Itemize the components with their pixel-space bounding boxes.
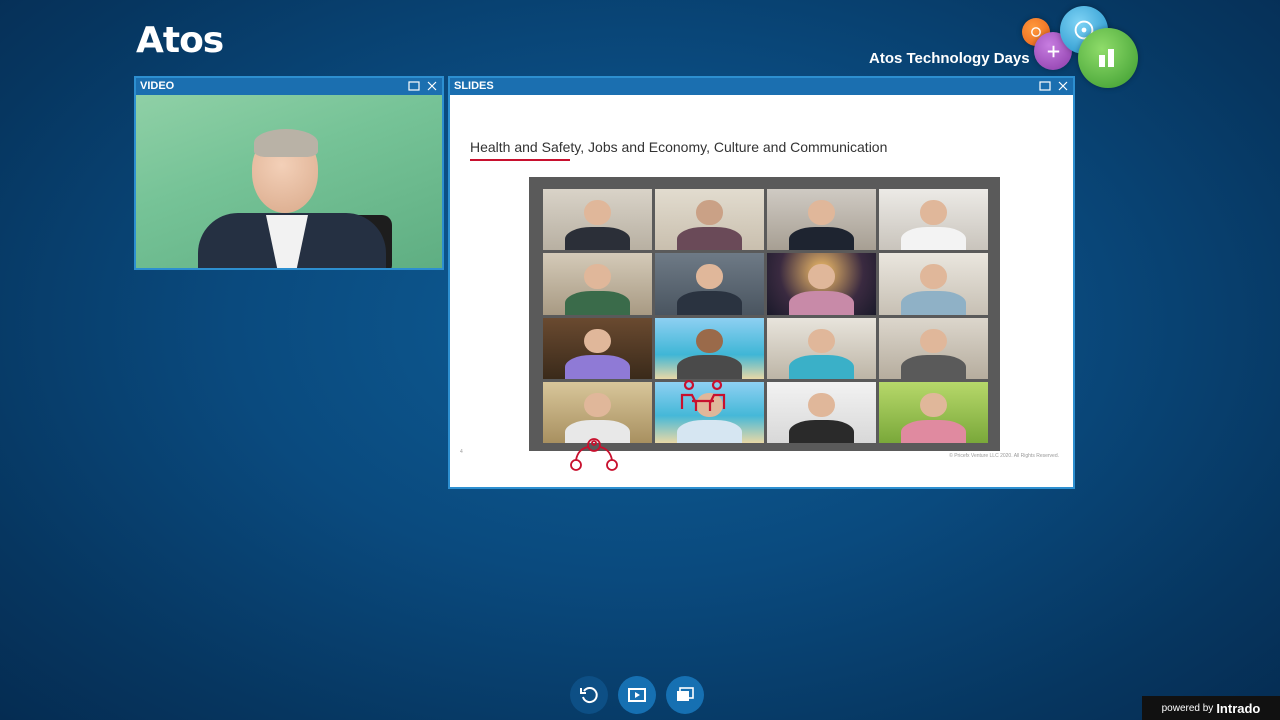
video-panel: VIDEO	[134, 76, 444, 270]
participant-tile	[879, 317, 988, 379]
slides-panel: SLIDES Health and Safety, Jobs and Econo…	[448, 76, 1075, 489]
presentation-icon	[628, 688, 646, 702]
participant-tile	[879, 253, 988, 315]
video-feed	[136, 95, 442, 268]
event-title: Atos Technology Days	[869, 50, 1030, 67]
slide-title-underline	[470, 159, 570, 161]
refresh-icon	[580, 687, 598, 704]
bubble-icon-green	[1078, 28, 1138, 88]
participant-tile	[879, 381, 988, 443]
slides-icon	[677, 687, 694, 701]
slide-number: 4	[460, 449, 463, 455]
participant-tile	[767, 253, 876, 315]
slide-title: Health and Safety, Jobs and Economy, Cul…	[470, 139, 888, 155]
powered-by-prefix: powered by	[1161, 702, 1214, 714]
participant-tile	[543, 317, 652, 379]
video-conference-grid	[529, 177, 1000, 451]
participant-tile	[543, 189, 652, 251]
participant-tile	[655, 189, 764, 251]
player-toolbar	[570, 676, 704, 714]
participant-tile	[767, 189, 876, 251]
slides-panel-title: SLIDES	[454, 80, 494, 92]
atos-logo: Atos	[136, 20, 224, 61]
slide-footer: © Pricefx Venture LLC 2020. All Rights R…	[949, 453, 1059, 459]
maximize-icon[interactable]	[1039, 80, 1051, 92]
video-toggle-button[interactable]	[618, 676, 656, 714]
participant-tile	[655, 253, 764, 315]
network-icon	[570, 438, 618, 471]
video-panel-header[interactable]: VIDEO	[136, 78, 442, 95]
participant-tile	[767, 381, 876, 443]
participant-tile	[655, 317, 764, 379]
slides-toggle-button[interactable]	[666, 676, 704, 714]
participant-tile	[879, 189, 988, 251]
close-icon[interactable]	[1057, 80, 1069, 92]
participant-tile	[543, 253, 652, 315]
intrado-logo: Intrado	[1216, 700, 1261, 716]
maximize-icon[interactable]	[408, 80, 420, 92]
close-icon[interactable]	[426, 80, 438, 92]
meeting-icon	[680, 379, 726, 411]
participant-tile	[767, 317, 876, 379]
participant-tile	[543, 381, 652, 443]
slides-panel-header[interactable]: SLIDES	[450, 78, 1073, 95]
video-panel-title: VIDEO	[140, 80, 175, 92]
speaker-hair	[254, 129, 318, 157]
refresh-button[interactable]	[570, 676, 608, 714]
slide-content: Health and Safety, Jobs and Economy, Cul…	[454, 99, 1069, 483]
powered-by-badge[interactable]: powered by Intrado	[1142, 696, 1280, 720]
